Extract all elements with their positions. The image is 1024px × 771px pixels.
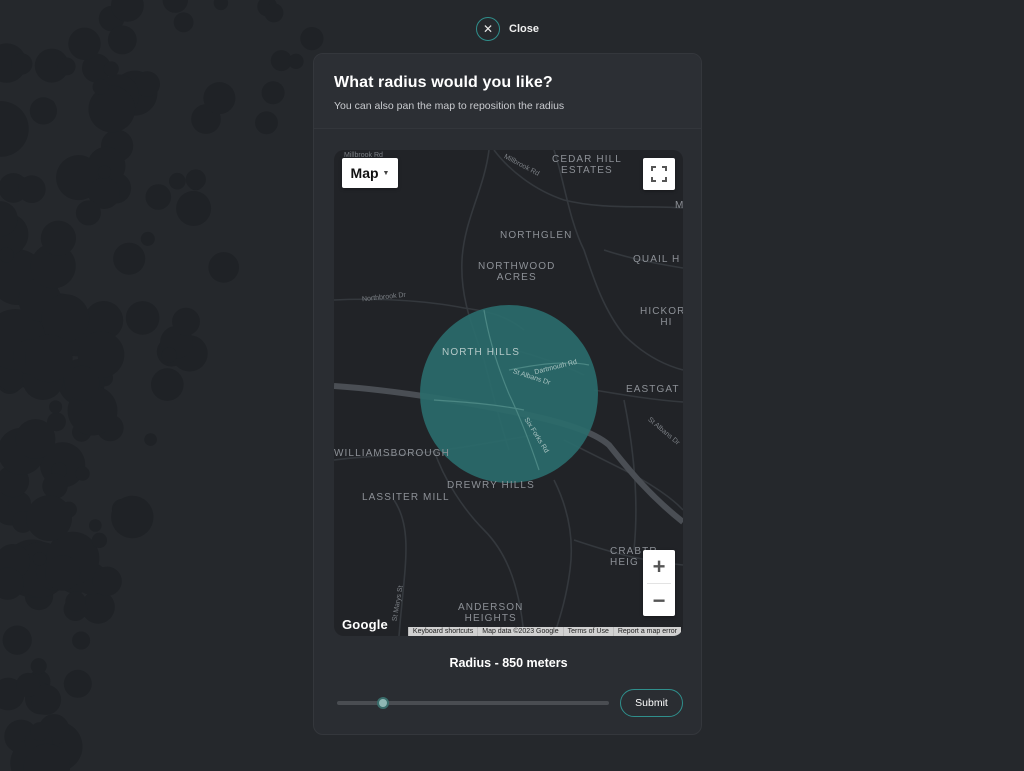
background-dot	[89, 519, 102, 532]
background-dot	[16, 672, 41, 697]
area-label-edge: M	[675, 200, 683, 211]
background-dot	[0, 101, 29, 157]
background-dot	[261, 81, 285, 105]
background-dot	[145, 184, 172, 210]
background-dot	[45, 555, 81, 591]
modal-subtitle: You can also pan the map to reposition t…	[334, 100, 565, 112]
background-dot	[103, 61, 119, 77]
fullscreen-button[interactable]	[643, 158, 675, 190]
close-icon: ✕	[476, 17, 500, 41]
background-dot	[107, 25, 137, 55]
background-dot	[176, 190, 212, 226]
map-view[interactable]: CEDAR HILL ESTATES NORTHGLEN NORTHWOOD A…	[334, 150, 683, 636]
background-dot	[30, 722, 50, 741]
background-dot	[57, 57, 76, 76]
minus-icon: −	[652, 587, 666, 613]
background-dot	[26, 495, 73, 541]
background-dot	[92, 566, 122, 596]
zoom-control: + −	[643, 550, 675, 616]
area-label-northglen: NORTHGLEN	[500, 230, 573, 241]
background-dot	[92, 78, 109, 95]
fullscreen-icon	[651, 166, 667, 182]
close-label: Close	[509, 23, 539, 35]
background-dot	[208, 252, 239, 283]
submit-button[interactable]: Submit	[620, 689, 683, 717]
map-type-button[interactable]: Map ▼	[342, 158, 398, 188]
background-dot	[140, 231, 155, 246]
plus-icon: +	[652, 553, 666, 579]
background-dot	[40, 220, 76, 256]
zoom-in-button[interactable]: +	[643, 550, 675, 583]
background-dot	[169, 172, 186, 190]
zoom-out-button[interactable]: −	[643, 584, 675, 617]
area-label-north-hills: NORTH HILLS	[442, 347, 521, 358]
background-dot	[65, 591, 86, 612]
area-label-northwood: NORTHWOOD ACRES	[478, 261, 556, 283]
background-dot	[172, 307, 200, 336]
keyboard-shortcuts-link[interactable]: Keyboard shortcuts	[407, 627, 478, 636]
area-label-drewry-hills: DREWRY HILLS	[447, 480, 535, 491]
background-dot	[161, 347, 177, 363]
google-logo: Google	[342, 617, 388, 632]
background-dot	[255, 111, 278, 135]
area-label-hickory: HICKORY HI	[640, 306, 683, 328]
background-dot	[29, 97, 57, 125]
background-dot-pattern	[0, 0, 324, 771]
background-dot	[144, 433, 157, 446]
modal-header: What radius would you like? You can also…	[314, 54, 701, 129]
background-dot	[111, 495, 154, 539]
background-dot	[72, 631, 91, 650]
background-dot	[75, 466, 90, 481]
background-dot	[63, 669, 92, 698]
radius-slider[interactable]	[337, 697, 609, 709]
radius-label: Radius - 850 meters	[449, 656, 568, 670]
radius-modal: What radius would you like? You can also…	[313, 53, 702, 735]
background-dot	[2, 625, 32, 655]
map-data-text: Map data ©2023 Google	[477, 627, 563, 636]
background-dot	[15, 419, 56, 459]
area-label-anderson: ANDERSON HEIGHTS	[458, 602, 524, 624]
report-map-error-link[interactable]: Report a map error	[612, 627, 681, 636]
modal-title: What radius would you like?	[334, 74, 553, 91]
background-dot	[113, 242, 146, 275]
background-dot	[264, 3, 284, 23]
background-dot	[300, 26, 324, 51]
background-dot	[75, 200, 101, 226]
background-dot	[32, 552, 47, 566]
slider-thumb[interactable]	[377, 697, 390, 709]
background-dot	[42, 473, 68, 499]
background-dot	[11, 53, 33, 75]
area-label-cedar-hill: CEDAR HILL ESTATES	[552, 154, 622, 176]
chevron-down-icon: ▼	[382, 169, 390, 177]
background-dot	[91, 532, 107, 549]
map-attribution: Keyboard shortcuts Map data ©2023 Google…	[407, 627, 681, 636]
area-label-eastgate: EASTGAT	[626, 384, 680, 395]
background-dot	[68, 27, 101, 60]
background-dot	[213, 0, 229, 11]
background-dot	[162, 0, 188, 13]
background-dot	[125, 301, 160, 335]
background-dot	[25, 334, 73, 383]
area-label-lassiter-mill: LASSITER MILL	[362, 492, 450, 503]
background-dot	[30, 658, 47, 675]
background-dot	[288, 53, 304, 69]
background-dot	[203, 82, 236, 115]
close-button[interactable]: ✕ Close	[476, 17, 539, 41]
background-dot	[18, 175, 46, 203]
background-dot	[185, 169, 206, 190]
background-dot	[151, 368, 184, 401]
map-type-label: Map	[350, 165, 379, 181]
area-label-quail: QUAIL H	[633, 254, 681, 265]
area-label-williamsborough: WILLIAMSBOROUGH	[334, 448, 450, 459]
background-dot	[64, 365, 100, 401]
background-dot	[173, 12, 194, 33]
background-dot	[97, 165, 112, 179]
terms-of-use-link[interactable]: Terms of Use	[562, 627, 613, 636]
background-dot	[49, 400, 63, 414]
